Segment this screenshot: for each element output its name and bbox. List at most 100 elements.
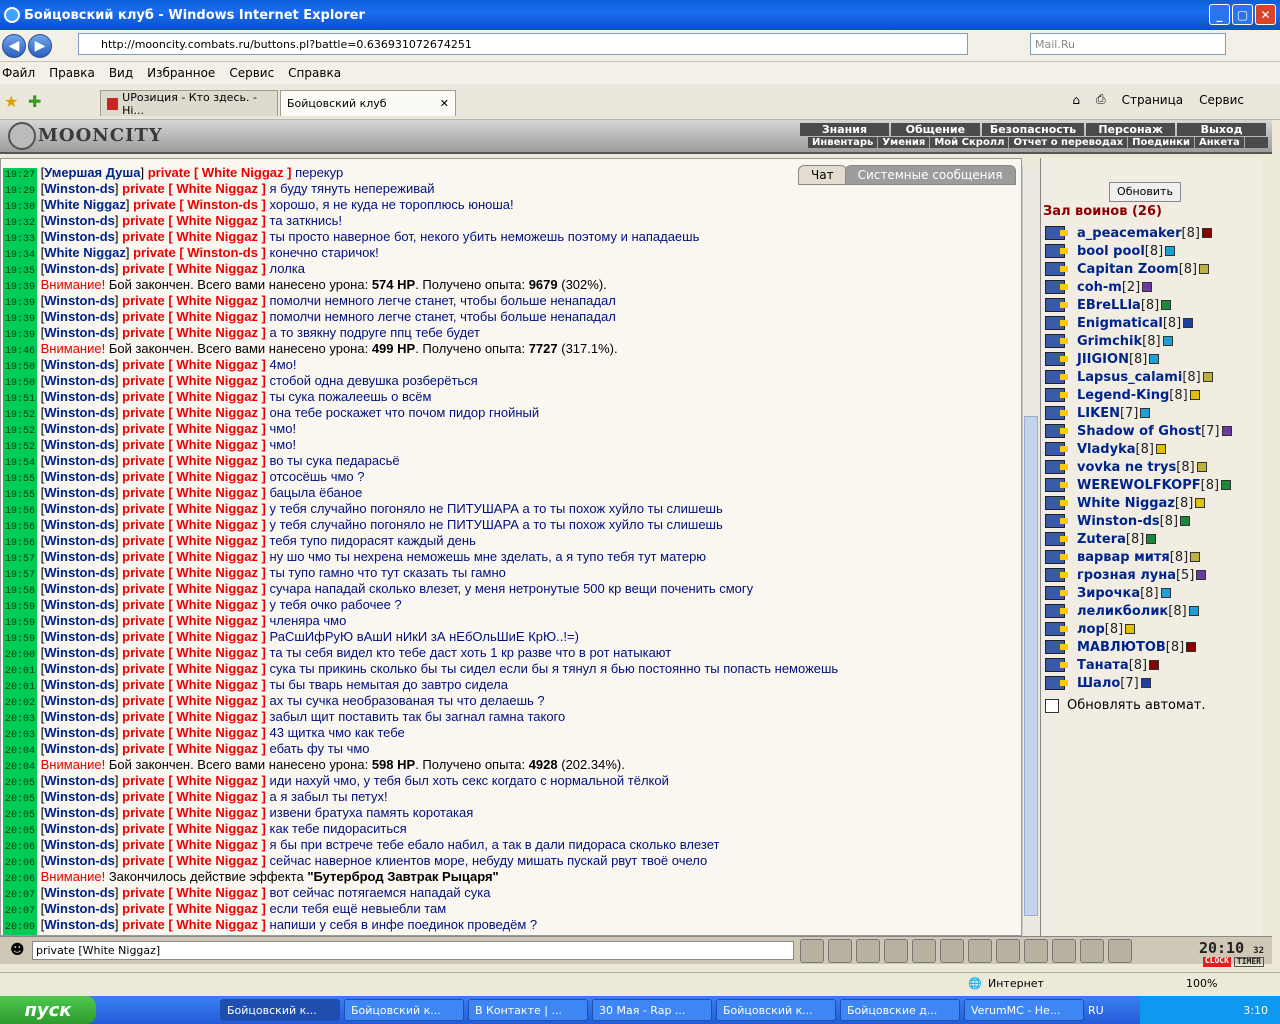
auto-update-checkbox[interactable] — [1045, 698, 1059, 713]
chat-private-recipient[interactable]: private [ White Niggaz ] — [122, 389, 266, 404]
chat-private-recipient[interactable]: private [ White Niggaz ] — [122, 405, 266, 420]
player-info-icon[interactable] — [1140, 678, 1151, 688]
private-msg-arrow-icon[interactable] — [1045, 334, 1068, 348]
chat-private-recipient[interactable]: private [ White Niggaz ] — [122, 181, 266, 196]
chat-sender[interactable]: Winston-ds — [44, 549, 115, 564]
private-msg-arrow-icon[interactable] — [1045, 226, 1068, 240]
player-row[interactable]: Шало [7] — [1045, 674, 1261, 692]
chat-timestamp[interactable]: 20:09 — [3, 920, 38, 935]
private-msg-arrow-icon[interactable] — [1045, 388, 1068, 402]
chat-sender[interactable]: Winston-ds — [44, 885, 115, 900]
player-row[interactable]: White Niggaz [8] — [1045, 494, 1261, 512]
fighter-icon[interactable] — [912, 939, 936, 963]
chat-sender[interactable]: White Niggaz — [44, 245, 126, 260]
player-info-icon[interactable] — [1149, 660, 1160, 670]
chat-sender[interactable]: Winston-ds — [44, 309, 115, 324]
tab-close-icon[interactable]: ✕ — [440, 97, 449, 110]
chat-private-recipient[interactable]: private [ White Niggaz ] — [122, 645, 266, 660]
chat-sender[interactable]: Winston-ds — [44, 901, 115, 916]
chat-private-recipient[interactable]: private [ White Niggaz ] — [122, 293, 266, 308]
send-icon[interactable] — [800, 939, 824, 963]
player-name[interactable]: Shadow of Ghost — [1077, 424, 1201, 439]
private-msg-arrow-icon[interactable] — [1045, 460, 1068, 474]
minimize-button[interactable]: _ — [1209, 4, 1230, 25]
chat-private-recipient[interactable]: private [ White Niggaz ] — [122, 421, 266, 436]
language-indicator[interactable]: RU — [1088, 1004, 1104, 1017]
menu-file[interactable]: Файл — [2, 66, 35, 80]
chat-scrollbar[interactable] — [1022, 166, 1038, 936]
player-info-icon[interactable] — [1183, 318, 1194, 328]
chat-private-recipient[interactable]: private [ White Niggaz ] — [122, 309, 266, 324]
chat-sender[interactable]: Winston-ds — [44, 597, 115, 612]
chat-sender[interactable]: Winston-ds — [44, 917, 115, 932]
chat-sender[interactable]: Winston-ds — [44, 741, 115, 756]
chat-sender[interactable]: Winston-ds — [44, 437, 115, 452]
private-msg-arrow-icon[interactable] — [1045, 622, 1068, 636]
player-row[interactable]: Winston-ds [8] — [1045, 512, 1261, 530]
subnav-profile[interactable]: Анкета — [1195, 137, 1245, 148]
player-name[interactable]: White Niggaz — [1077, 496, 1175, 511]
player-info-icon[interactable] — [1155, 444, 1166, 454]
clock-mode-label[interactable]: CLOCK — [1202, 957, 1231, 967]
chat-private-recipient[interactable]: private [ Winston-ds ] — [133, 197, 266, 212]
chat-sender[interactable]: Winston-ds — [44, 469, 115, 484]
player-info-icon[interactable] — [1201, 228, 1212, 238]
chat-private-recipient[interactable]: private [ White Niggaz ] — [122, 533, 266, 548]
player-row[interactable]: МАВЛЮТОВ [8] — [1045, 638, 1261, 656]
nav-exit[interactable]: Выход — [1177, 123, 1266, 136]
player-name[interactable]: грозная луна — [1077, 568, 1176, 583]
chat-sender[interactable]: Winston-ds — [44, 853, 115, 868]
player-info-icon[interactable] — [1221, 480, 1232, 490]
print-icon[interactable]: ⎙ — [1096, 92, 1106, 107]
chat-private-recipient[interactable]: private [ White Niggaz ] — [122, 517, 266, 532]
chat-sender[interactable]: Winston-ds — [44, 581, 115, 596]
player-name[interactable]: LIKEN — [1077, 406, 1120, 421]
page-menu[interactable]: Страница — [1122, 93, 1184, 107]
smiley-icon[interactable]: ☻ — [10, 942, 25, 958]
zoom-level[interactable]: 100% — [1186, 977, 1217, 990]
player-info-icon[interactable] — [1202, 372, 1213, 382]
player-info-icon[interactable] — [1186, 642, 1197, 652]
lock-icon[interactable] — [1080, 939, 1104, 963]
chat-sender[interactable]: Winston-ds — [44, 485, 115, 500]
player-name[interactable]: Шало — [1077, 676, 1120, 691]
chat-private-recipient[interactable]: private [ White Niggaz ] — [122, 549, 266, 564]
player-row[interactable]: Zutera [8] — [1045, 530, 1261, 548]
private-msg-arrow-icon[interactable] — [1045, 640, 1068, 654]
nav-security[interactable]: Безопасность — [981, 123, 1085, 136]
favorites-star-icon[interactable]: ★ — [4, 92, 18, 111]
player-row[interactable]: Lapsus_calami [8] — [1045, 368, 1261, 386]
chat-private-recipient[interactable]: private [ White Niggaz ] — [122, 629, 266, 644]
private-msg-arrow-icon[interactable] — [1045, 352, 1068, 366]
player-row[interactable]: vovka ne trys [8] — [1045, 458, 1261, 476]
chat-sender[interactable]: Winston-ds — [44, 357, 115, 372]
chat-private-recipient[interactable]: private [ White Niggaz ] — [122, 661, 266, 676]
player-row[interactable]: LIKEN [7] — [1045, 404, 1261, 422]
taskbar-item[interactable]: В Контакте | ... — [468, 999, 588, 1021]
private-msg-arrow-icon[interactable] — [1045, 244, 1068, 258]
sound-icon[interactable] — [968, 939, 992, 963]
private-msg-arrow-icon[interactable] — [1045, 604, 1068, 618]
player-info-icon[interactable] — [1195, 498, 1206, 508]
translit-icon[interactable] — [940, 939, 964, 963]
player-name[interactable]: МАВЛЮТОВ — [1077, 640, 1166, 655]
player-name[interactable]: vovka ne trys — [1077, 460, 1176, 475]
player-info-icon[interactable] — [1188, 606, 1199, 616]
chat-private-recipient[interactable]: private [ White Niggaz ] — [122, 853, 266, 868]
player-row[interactable]: JIIGION [8] — [1045, 350, 1261, 368]
player-row[interactable]: Enigmatical [8] — [1045, 314, 1261, 332]
player-name[interactable]: Enigmatical — [1077, 316, 1163, 331]
timer-mode-label[interactable]: TIMER — [1233, 957, 1264, 967]
chat-sender[interactable]: Winston-ds — [44, 293, 115, 308]
private-msg-arrow-icon[interactable] — [1045, 514, 1068, 528]
player-info-icon[interactable] — [1160, 588, 1171, 598]
service-menu[interactable]: Сервис — [1199, 93, 1244, 107]
player-info-icon[interactable] — [1125, 624, 1136, 634]
quill-icon[interactable] — [1052, 939, 1076, 963]
address-input[interactable]: http://mooncity.combats.ru/buttons.pl?ba… — [78, 33, 968, 55]
player-row[interactable]: coh-m [2] — [1045, 278, 1261, 296]
subnav-battles[interactable]: Поединки — [1128, 137, 1195, 148]
private-msg-arrow-icon[interactable] — [1045, 370, 1068, 384]
chat-private-recipient[interactable]: private [ White Niggaz ] — [122, 229, 266, 244]
private-msg-arrow-icon[interactable] — [1045, 568, 1068, 582]
